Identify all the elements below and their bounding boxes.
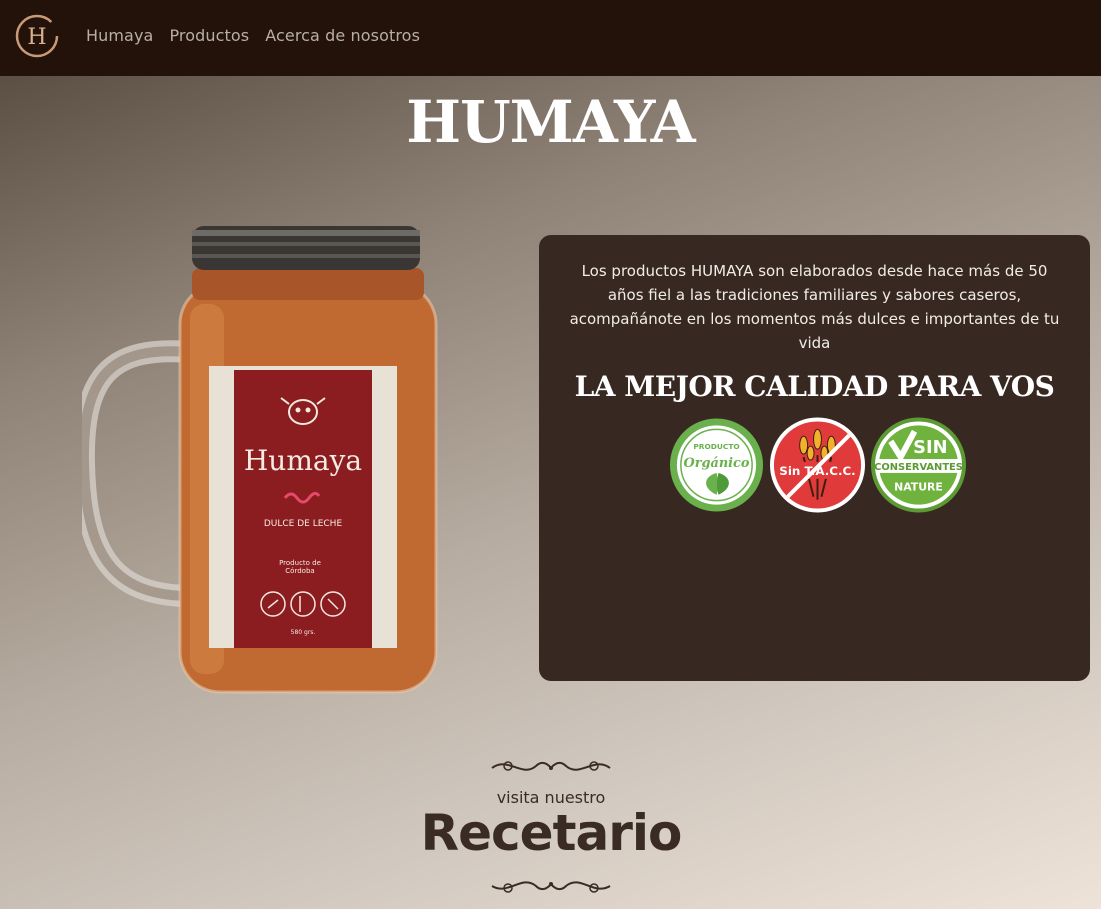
svg-text:Orgánico: Orgánico bbox=[684, 456, 750, 471]
sin-tacc-badge-icon: Sin T.A.C.C. bbox=[769, 417, 866, 513]
svg-text:SIN: SIN bbox=[913, 437, 947, 458]
svg-text:CONSERVANTES: CONSERVANTES bbox=[874, 462, 963, 473]
ornament-bottom-icon bbox=[491, 881, 611, 893]
info-heading: LA MEJOR CALIDAD PARA VOS bbox=[574, 370, 1055, 403]
svg-text:PRODUCTO: PRODUCTO bbox=[693, 442, 739, 451]
svg-text:Humaya: Humaya bbox=[244, 444, 362, 477]
nav-link-humaya[interactable]: Humaya bbox=[86, 26, 153, 45]
recetario-link[interactable]: visita nuestro Recetario bbox=[420, 752, 682, 902]
top-nav: H Humaya Productos Acerca de nosotros bbox=[0, 0, 1101, 76]
svg-text:Córdoba: Córdoba bbox=[285, 567, 314, 575]
product-jar-image: Humaya DULCE DE LECHE Producto de Córdob… bbox=[82, 226, 438, 694]
svg-text:580 grs.: 580 grs. bbox=[291, 629, 316, 636]
recetario-title: Recetario bbox=[420, 804, 683, 862]
organic-badge-icon: PRODUCTO Orgánico bbox=[669, 418, 764, 512]
nav-link-productos[interactable]: Productos bbox=[169, 26, 249, 45]
ornament-top-icon bbox=[491, 761, 611, 771]
info-panel: Los productos HUMAYA son elaborados desd… bbox=[539, 235, 1090, 681]
info-description: Los productos HUMAYA son elaborados desd… bbox=[569, 262, 1060, 352]
nav-links: Humaya Productos Acerca de nosotros bbox=[86, 26, 420, 45]
page-title: HUMAYA bbox=[406, 88, 695, 156]
humaya-logo[interactable]: H bbox=[14, 13, 60, 61]
svg-text:Producto de: Producto de bbox=[279, 559, 321, 567]
nav-link-acerca[interactable]: Acerca de nosotros bbox=[265, 26, 420, 45]
badges: PRODUCTO Orgánico Sin T.A.C.C. SIN CONSE… bbox=[667, 415, 968, 515]
sin-conservantes-badge-icon: SIN CONSERVANTES NATURE bbox=[870, 417, 967, 513]
svg-text:DULCE DE LECHE: DULCE DE LECHE bbox=[264, 519, 343, 529]
svg-text:NATURE: NATURE bbox=[894, 481, 943, 494]
svg-text:H: H bbox=[27, 25, 46, 50]
